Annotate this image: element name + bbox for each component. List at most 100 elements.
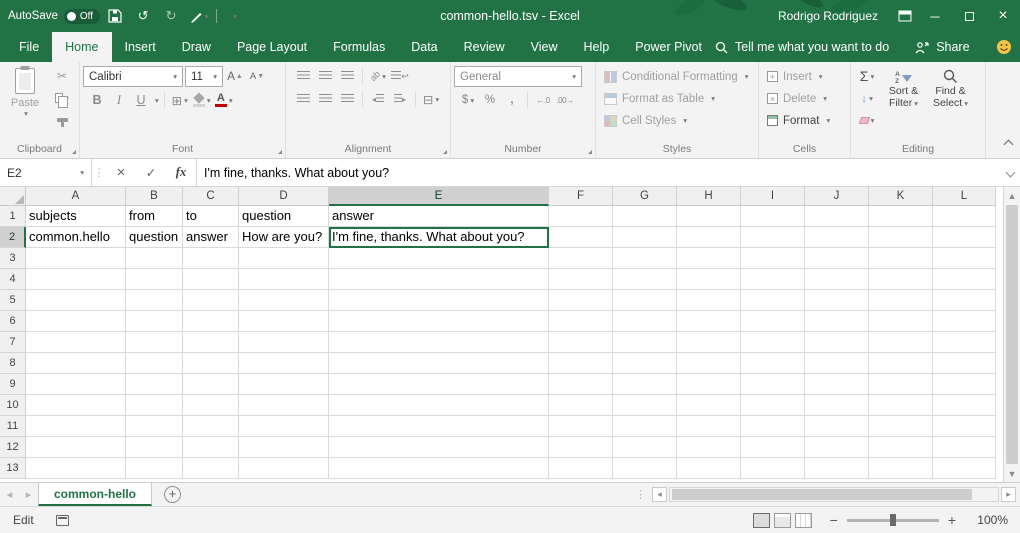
cell-J10[interactable] — [805, 395, 869, 416]
cell-H6[interactable] — [677, 311, 741, 332]
cell-I4[interactable] — [741, 269, 805, 290]
cell-L3[interactable] — [933, 248, 996, 269]
number-dialog-launcher[interactable] — [584, 146, 593, 155]
cell-L11[interactable] — [933, 416, 996, 437]
cell-F5[interactable] — [549, 290, 613, 311]
cell-L6[interactable] — [933, 311, 996, 332]
cell-C13[interactable] — [183, 458, 239, 479]
cell-D6[interactable] — [239, 311, 329, 332]
insert-function-button[interactable]: fx — [166, 159, 196, 186]
column-header-C[interactable]: C — [183, 187, 239, 206]
cell-B4[interactable] — [126, 269, 183, 290]
wrap-text-button[interactable]: ↩ — [390, 66, 410, 86]
formula-input[interactable]: I'm fine, thanks. What about you? — [196, 159, 1000, 186]
cell-G1[interactable] — [613, 206, 677, 227]
cell-K3[interactable] — [869, 248, 933, 269]
cell-B8[interactable] — [126, 353, 183, 374]
account-name[interactable]: Rodrigo Rodriguez — [778, 9, 878, 23]
cell-F13[interactable] — [549, 458, 613, 479]
new-sheet-button[interactable]: + — [164, 486, 181, 503]
cell-K13[interactable] — [869, 458, 933, 479]
cell-G12[interactable] — [613, 437, 677, 458]
cell-K5[interactable] — [869, 290, 933, 311]
cell-E4[interactable] — [329, 269, 549, 290]
sheet-nav-left-button[interactable]: ◂ — [0, 483, 19, 506]
cell-E9[interactable] — [329, 374, 549, 395]
format-as-table-button[interactable]: Format as Table▾ — [599, 88, 755, 109]
row-header-10[interactable]: 10 — [0, 395, 26, 416]
cell-B10[interactable] — [126, 395, 183, 416]
sort-filter-button[interactable]: AZ Sort & Filter▾ — [880, 66, 927, 130]
sheet-tab-common-hello[interactable]: common-hello — [38, 483, 152, 506]
row-header-3[interactable]: 3 — [0, 248, 26, 269]
ribbon-display-options-button[interactable] — [892, 0, 918, 32]
column-header-A[interactable]: A — [26, 187, 126, 206]
cell-J12[interactable] — [805, 437, 869, 458]
cell-I8[interactable] — [741, 353, 805, 374]
page-layout-view-button[interactable] — [774, 513, 791, 528]
cell-L4[interactable] — [933, 269, 996, 290]
format-painter-button[interactable] — [49, 110, 75, 130]
vertical-scrollbar[interactable]: ▲ ▼ — [1003, 187, 1020, 482]
tab-insert[interactable]: Insert — [112, 32, 169, 62]
row-header-9[interactable]: 9 — [0, 374, 26, 395]
font-dialog-launcher[interactable] — [274, 146, 283, 155]
row-header-6[interactable]: 6 — [0, 311, 26, 332]
cell-H1[interactable] — [677, 206, 741, 227]
row-header-12[interactable]: 12 — [0, 437, 26, 458]
increase-decimal-button[interactable]: ←.0 — [533, 90, 553, 110]
row-header-5[interactable]: 5 — [0, 290, 26, 311]
insert-cells-button[interactable]: + Insert▾ — [762, 66, 847, 87]
cell-F7[interactable] — [549, 332, 613, 353]
cell-G2[interactable] — [613, 227, 677, 248]
increase-font-size-button[interactable]: A▲ — [225, 67, 245, 87]
conditional-formatting-button[interactable]: Conditional Formatting▾ — [599, 66, 755, 87]
cell-H4[interactable] — [677, 269, 741, 290]
scrollbar-drag-dots[interactable]: ⋮ — [631, 488, 650, 501]
cell-K9[interactable] — [869, 374, 933, 395]
decrease-decimal-button[interactable]: .00→ — [555, 90, 575, 110]
cell-F4[interactable] — [549, 269, 613, 290]
cell-K6[interactable] — [869, 311, 933, 332]
formula-bar-expand-button[interactable] — [1000, 159, 1020, 186]
column-header-D[interactable]: D — [239, 187, 329, 206]
cell-B9[interactable] — [126, 374, 183, 395]
cell-E12[interactable] — [329, 437, 549, 458]
cell-L12[interactable] — [933, 437, 996, 458]
cell-B7[interactable] — [126, 332, 183, 353]
cell-D2[interactable]: How are you? — [239, 227, 329, 248]
bottom-align-button[interactable] — [337, 66, 357, 86]
page-break-view-button[interactable] — [795, 513, 812, 528]
cell-C10[interactable] — [183, 395, 239, 416]
cell-E7[interactable] — [329, 332, 549, 353]
cell-D1[interactable]: question — [239, 206, 329, 227]
cell-H2[interactable] — [677, 227, 741, 248]
cell-E10[interactable] — [329, 395, 549, 416]
find-select-button[interactable]: Find & Select▾ — [927, 66, 974, 130]
cell-G9[interactable] — [613, 374, 677, 395]
cell-A4[interactable] — [26, 269, 126, 290]
cell-styles-button[interactable]: Cell Styles▾ — [599, 110, 755, 131]
clipboard-dialog-launcher[interactable] — [68, 146, 77, 155]
cell-E11[interactable] — [329, 416, 549, 437]
tab-power-pivot[interactable]: Power Pivot — [622, 32, 715, 62]
font-color-button[interactable]: A▾ — [214, 90, 234, 110]
cell-J4[interactable] — [805, 269, 869, 290]
cell-H13[interactable] — [677, 458, 741, 479]
cell-J1[interactable] — [805, 206, 869, 227]
cell-H3[interactable] — [677, 248, 741, 269]
cell-L10[interactable] — [933, 395, 996, 416]
cell-A7[interactable] — [26, 332, 126, 353]
cell-A11[interactable] — [26, 416, 126, 437]
row-header-2[interactable]: 2 — [0, 227, 26, 248]
cell-G6[interactable] — [613, 311, 677, 332]
formula-bar-splitter[interactable]: ⋮ — [92, 159, 106, 186]
macro-record-button[interactable] — [56, 515, 69, 526]
cell-C8[interactable] — [183, 353, 239, 374]
cell-F1[interactable] — [549, 206, 613, 227]
cell-B12[interactable] — [126, 437, 183, 458]
cell-I9[interactable] — [741, 374, 805, 395]
collapse-ribbon-button[interactable] — [1005, 135, 1012, 153]
cell-L9[interactable] — [933, 374, 996, 395]
merge-center-button[interactable]: ⊟▾ — [421, 89, 441, 109]
